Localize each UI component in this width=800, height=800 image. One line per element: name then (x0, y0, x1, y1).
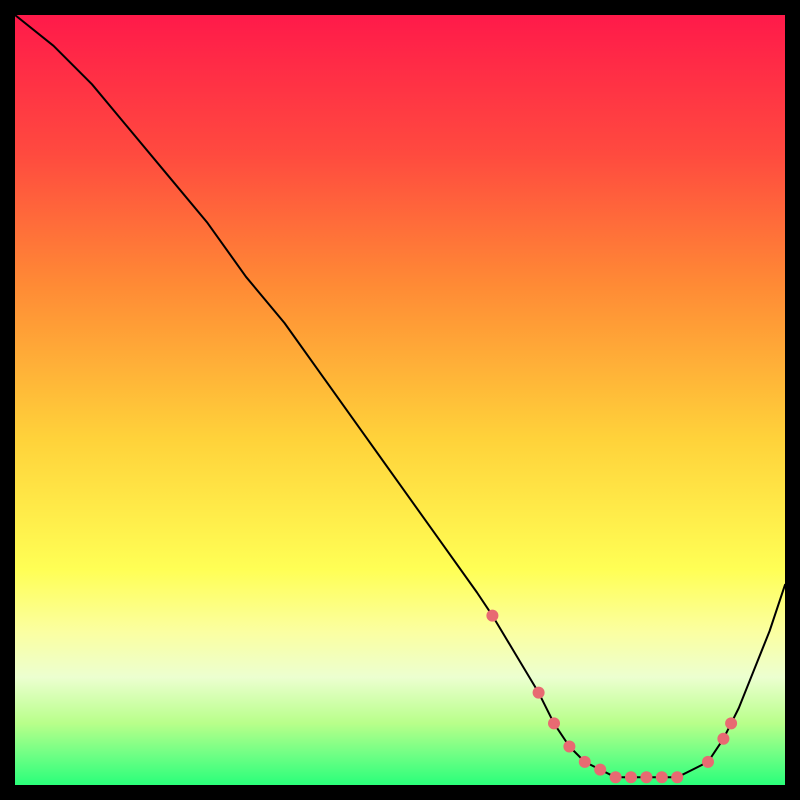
marker-point (610, 771, 622, 783)
marker-point (594, 764, 606, 776)
marker-point (579, 756, 591, 768)
marker-point (725, 717, 737, 729)
chart-svg (15, 15, 785, 785)
marker-point (640, 771, 652, 783)
marker-point (656, 771, 668, 783)
marker-point (671, 771, 683, 783)
marker-point (702, 756, 714, 768)
marker-point (563, 741, 575, 753)
marker-point (486, 610, 498, 622)
marker-point (533, 687, 545, 699)
marker-point (625, 771, 637, 783)
marker-point (717, 733, 729, 745)
marker-point (548, 717, 560, 729)
chart-frame: TheBottleneck.com (15, 15, 785, 785)
